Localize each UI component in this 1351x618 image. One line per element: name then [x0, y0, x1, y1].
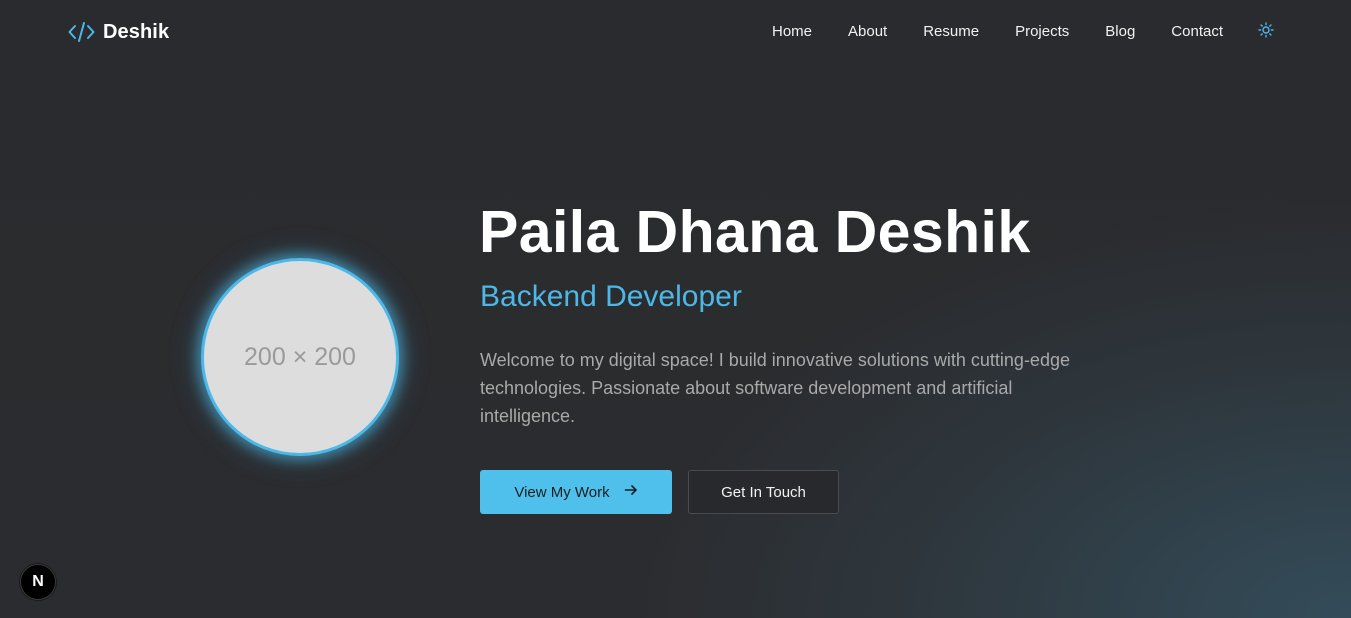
- dev-badge-letter: N: [32, 573, 44, 590]
- avatar-placeholder-text: 200 × 200: [244, 342, 356, 371]
- nav-item-contact[interactable]: Contact: [1171, 22, 1223, 42]
- sun-icon: [1258, 21, 1274, 43]
- view-my-work-button[interactable]: View My Work: [480, 470, 672, 514]
- code-brackets-icon: [68, 21, 95, 43]
- view-my-work-label: View My Work: [514, 483, 610, 501]
- arrow-right-icon: [624, 483, 638, 501]
- theme-toggle-button[interactable]: [1257, 21, 1275, 43]
- brand-logo[interactable]: Deshik: [68, 19, 169, 45]
- nav-item-blog[interactable]: Blog: [1105, 22, 1135, 42]
- brand-name: Deshik: [103, 20, 170, 43]
- nav-item-projects[interactable]: Projects: [1015, 22, 1069, 42]
- get-in-touch-label: Get In Touch: [721, 483, 806, 501]
- nav-item-home[interactable]: Home: [772, 22, 812, 42]
- main-nav: Home About Resume Projects Blog Contact: [772, 21, 1275, 43]
- avatar: 200 × 200: [201, 258, 399, 456]
- hero-name: Paila Dhana Deshik: [479, 199, 1031, 265]
- dev-tools-badge[interactable]: N: [20, 564, 56, 600]
- hero-description: Welcome to my digital space! I build inn…: [480, 350, 1070, 426]
- hero-role: Backend Developer: [480, 280, 742, 313]
- site-header: Deshik Home About Resume Projects Blog C…: [0, 0, 1351, 64]
- nav-item-resume[interactable]: Resume: [923, 22, 979, 42]
- get-in-touch-button[interactable]: Get In Touch: [688, 470, 839, 514]
- nav-item-about[interactable]: About: [848, 22, 887, 42]
